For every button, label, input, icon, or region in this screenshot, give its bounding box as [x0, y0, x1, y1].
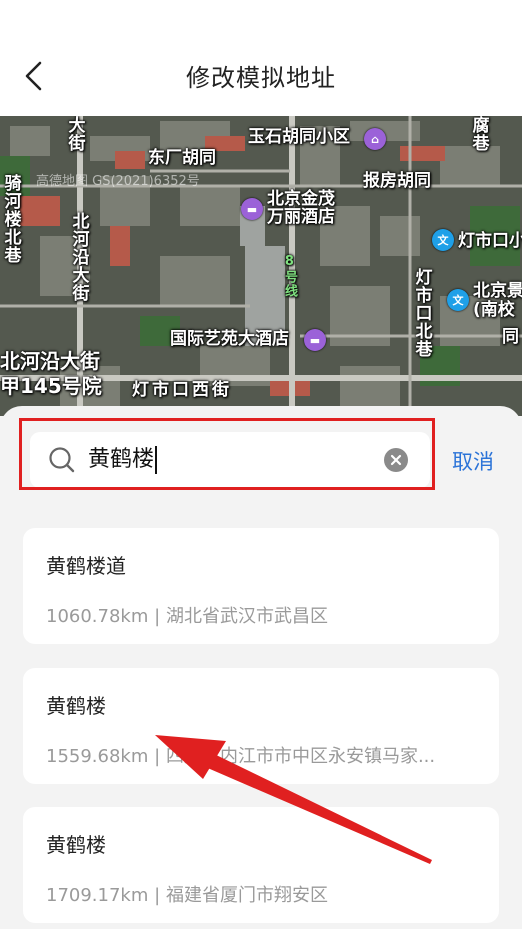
result-name: 黄鹤楼道 [46, 554, 126, 578]
result-separator: | [154, 606, 161, 627]
map-label-jinmao-2: 万丽酒店 [267, 207, 335, 227]
school-icon[interactable]: 文 [432, 229, 454, 251]
map-label-dengshikou-top: 灯市口小 [458, 231, 522, 251]
map-label-beiheyan-street: 北河沿大街 [0, 349, 100, 373]
cancel-button[interactable]: 取消 [452, 446, 494, 476]
map-label-baofang: 报房胡同 [363, 171, 431, 191]
search-value-text: 黄鹤楼 [88, 447, 155, 472]
result-meta: 1559.68km | 四川省内江市市中区永安镇马家... [46, 742, 466, 768]
map-label-donghuangchang: 东厂胡同 [148, 148, 216, 168]
search-icon [48, 446, 76, 474]
map-label-da: 大街 [64, 116, 85, 152]
satellite-map[interactable]: 高德地图 GS(2021)6352号 玉石胡同小区 ⌂ 东厂胡同 报房胡同 北京… [0, 116, 522, 416]
app-screen: 修改模拟地址 高德地图 GS(2021)6352号 玉石胡同小区 ⌂ 东厂胡同 … [0, 0, 522, 929]
map-label-fu: 腐巷 [468, 116, 489, 152]
result-address: 湖北省武汉市武昌区 [165, 606, 328, 627]
search-value: 黄鹤楼 [88, 444, 158, 476]
result-item[interactable]: 黄鹤楼 1559.68km | 四川省内江市市中区永安镇马家... [23, 668, 499, 784]
clear-button[interactable] [384, 448, 408, 472]
clear-icon [390, 454, 402, 466]
community-icon[interactable]: ⌂ [364, 128, 386, 150]
school-icon[interactable]: 文 [447, 289, 469, 311]
search-input[interactable]: 黄鹤楼 [30, 432, 430, 488]
result-meta: 1709.17km | 福建省厦门市翔安区 [46, 881, 466, 907]
map-label-beijing-jing-2: (南校 [473, 300, 515, 320]
result-separator: | [154, 885, 161, 906]
map-label-beijing-jing-1: 北京景 [473, 281, 522, 301]
map-label-yushi: 玉石胡同小区 [248, 127, 350, 147]
result-distance: 1709.17km [46, 885, 149, 906]
result-meta: 1060.78km | 湖北省武汉市武昌区 [46, 602, 466, 628]
hotel-icon[interactable]: ▬ [241, 198, 263, 220]
map-label-dengshikou-west: 灯市口西街 [132, 380, 232, 400]
result-separator: | [154, 746, 161, 767]
text-caret [155, 446, 158, 474]
result-distance: 1559.68km [46, 746, 149, 767]
result-item[interactable]: 黄鹤楼道 1060.78km | 湖北省武汉市武昌区 [23, 528, 499, 644]
map-label-qihe-vertical: 骑河楼北巷 [0, 174, 21, 264]
search-sheet: 黄鹤楼 取消 黄鹤楼道 1060.78km | 湖北省武汉市武昌区 黄鹤楼 15… [0, 406, 522, 929]
map-label-yiyuan: 国际艺苑大酒店 [170, 329, 289, 349]
page-title: 修改模拟地址 [186, 64, 336, 92]
map-label-line8: 8号线 [281, 254, 297, 298]
result-address: 四川省内江市市中区永安镇马家... [165, 746, 436, 767]
result-name: 黄鹤楼 [46, 833, 106, 857]
map-label-beiheyan-vertical: 北河沿大街 [68, 212, 89, 302]
top-bar: 修改模拟地址 [0, 0, 522, 116]
map-watermark: 高德地图 GS(2021)6352号 [36, 174, 200, 189]
map-label-dengshikou-vertical: 灯市口北巷 [411, 268, 432, 358]
result-address: 福建省厦门市翔安区 [165, 885, 328, 906]
result-name: 黄鹤楼 [46, 694, 106, 718]
map-label-jia145: 甲145号院 [0, 374, 102, 398]
result-item[interactable]: 黄鹤楼 1709.17km | 福建省厦门市翔安区 [23, 807, 499, 923]
result-distance: 1060.78km [46, 606, 149, 627]
hotel-icon[interactable]: ▬ [304, 329, 326, 351]
map-label-tong: 同 [502, 327, 519, 347]
